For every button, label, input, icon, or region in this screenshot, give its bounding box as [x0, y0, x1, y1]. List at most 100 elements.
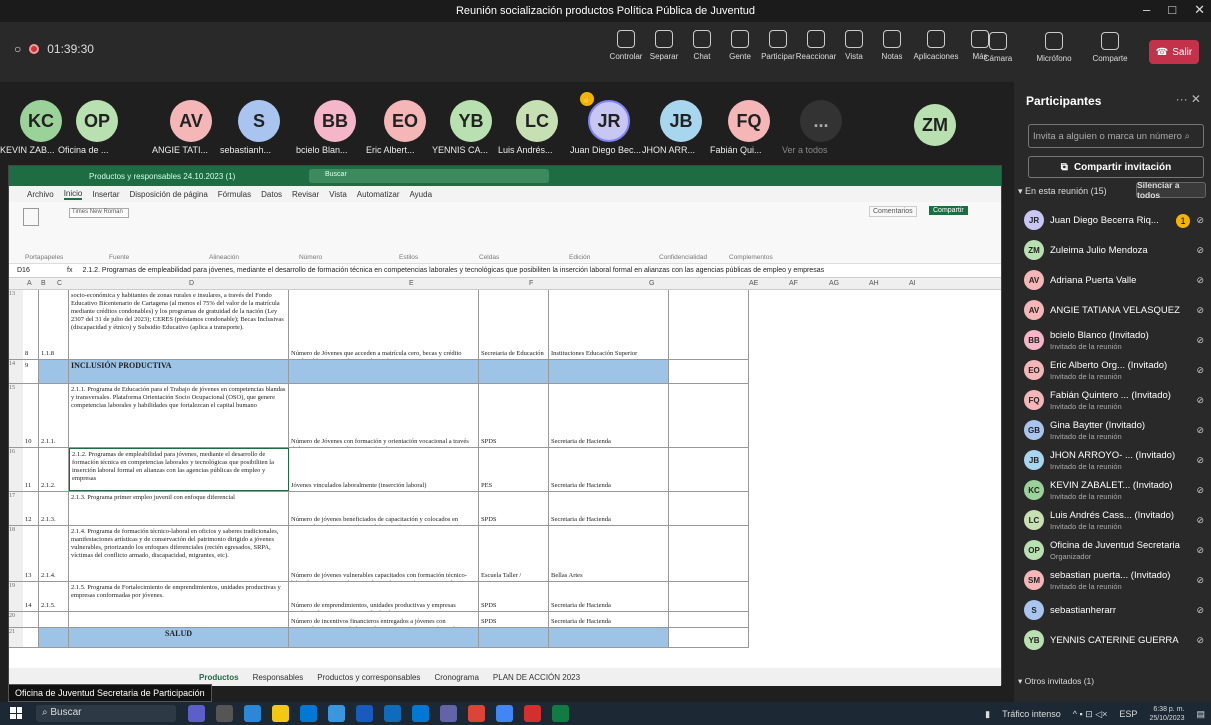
- participant-avatar[interactable]: FQ: [728, 100, 770, 142]
- row-number: 14: [9, 360, 23, 383]
- participant-name: bcielo Blan...: [296, 145, 348, 155]
- clock[interactable]: 6:38 p. m. 25/10/2023: [1149, 705, 1184, 723]
- share-button[interactable]: Comparte: [1089, 32, 1131, 63]
- participant-avatar[interactable]: JB: [660, 100, 702, 142]
- mic-muted-icon[interactable]: ⊘: [1196, 635, 1204, 646]
- minimize-icon[interactable]: –: [1143, 2, 1150, 18]
- toolbar-item-7[interactable]: Notas: [873, 30, 911, 61]
- participant-avatar: ZM: [1024, 240, 1044, 260]
- outlook-app-icon[interactable]: [328, 705, 345, 722]
- participant-avatar[interactable]: EO: [384, 100, 426, 142]
- mic-muted-icon[interactable]: ⊘: [1196, 545, 1204, 556]
- participant-avatar[interactable]: YB: [450, 100, 492, 142]
- share-invite-button[interactable]: ⧉ Compartir invitación: [1028, 156, 1204, 178]
- panel-close-icon[interactable]: ··· ✕: [1176, 92, 1201, 106]
- mic-muted-icon[interactable]: ⊘: [1196, 575, 1204, 586]
- search-icon: ⌕: [1184, 131, 1190, 142]
- windows-start-icon[interactable]: [10, 707, 22, 719]
- edge-app-icon[interactable]: [244, 705, 261, 722]
- participant-avatar[interactable]: ...: [800, 100, 842, 142]
- mic-button[interactable]: Micrófono: [1033, 32, 1075, 63]
- toolbar-item-4[interactable]: Participar: [759, 30, 797, 61]
- mic-muted-icon[interactable]: ⊘: [1196, 395, 1204, 406]
- participant-avatar[interactable]: S: [238, 100, 280, 142]
- word-app-icon[interactable]: [356, 705, 373, 722]
- mic-muted-icon[interactable]: ⊘: [1196, 215, 1204, 226]
- cell-b: [23, 628, 39, 647]
- participant-list-item[interactable]: AV Adriana Puerta Valle ⊘: [1024, 266, 1204, 296]
- toolbar-item-0[interactable]: Controlar: [607, 30, 645, 61]
- participant-list-item[interactable]: AV ANGIE TATIANA VELASQUEZ ⊘: [1024, 296, 1204, 326]
- file-explorer-icon[interactable]: [272, 705, 289, 722]
- mail-app-icon[interactable]: [384, 705, 401, 722]
- participant-list-item[interactable]: JB JHON ARROYO- ... (Invitado) Invitado de…: [1024, 446, 1204, 476]
- participant-name: ANGIE TATIANA VELASQUEZ: [1050, 305, 1180, 316]
- participant-list-item[interactable]: YB YENNIS CATERINE GUERRA BOLI... ⊘: [1024, 626, 1204, 656]
- mic-muted-icon[interactable]: ⊘: [1196, 275, 1204, 286]
- traffic-icon: ▮: [985, 708, 991, 719]
- in-meeting-section[interactable]: ▾ En esta reunión (15) Silenciar a todos: [1018, 180, 1206, 200]
- tray-icons[interactable]: ^ ▪ ⊡ ◁×: [1073, 709, 1108, 720]
- participant-list-item[interactable]: EO Eric Alberto Org... (Invitado) Invitado…: [1024, 356, 1204, 386]
- mute-all-button[interactable]: Silenciar a todos: [1136, 180, 1206, 200]
- chrome-app-icon[interactable]: [468, 705, 485, 722]
- mic-muted-icon[interactable]: ⊘: [1196, 245, 1204, 256]
- participant-list-item[interactable]: ZM Zuleima Julio Mendoza ⊘: [1024, 236, 1204, 266]
- participant-list-item[interactable]: GB Gina Baytter (Invitado) Invitado de la …: [1024, 416, 1204, 446]
- notifications-icon[interactable]: ▤: [1196, 709, 1205, 720]
- participant-list-item[interactable]: JR Juan Diego Becerra Riq... 1 ⊘: [1024, 206, 1204, 236]
- participant-avatar[interactable]: ZM: [914, 104, 956, 146]
- participant-avatar[interactable]: KC: [20, 100, 62, 142]
- mic-muted-icon[interactable]: ⊘: [1196, 515, 1204, 526]
- cell-b: 9: [23, 360, 39, 383]
- invite-input[interactable]: Invita a alguien o marca un número ⌕: [1028, 124, 1204, 148]
- mic-muted-icon[interactable]: ⊘: [1196, 485, 1204, 496]
- mic-muted-icon[interactable]: ⊘: [1196, 305, 1204, 316]
- mic-muted-icon[interactable]: ⊘: [1196, 335, 1204, 346]
- taskbar-search[interactable]: ⌕ Buscar: [36, 705, 176, 722]
- maximize-icon[interactable]: □: [1168, 2, 1176, 18]
- teams-classic-icon[interactable]: [440, 705, 457, 722]
- toolbar-item-8[interactable]: Aplicaciones: [911, 30, 961, 61]
- toolbar-item-6[interactable]: Vista: [835, 30, 873, 61]
- toolbar-item-5[interactable]: Reaccionar: [796, 30, 836, 61]
- participant-avatar: FQ: [1024, 390, 1044, 410]
- folder-app-icon[interactable]: [412, 705, 429, 722]
- participant-avatar[interactable]: BB: [314, 100, 356, 142]
- toolbar-item-2[interactable]: Chat: [683, 30, 721, 61]
- participant-avatar: EO: [1024, 360, 1044, 380]
- pdf-app-icon[interactable]: [524, 705, 541, 722]
- participant-avatar: BB: [1024, 330, 1044, 350]
- participant-list-item[interactable]: KC KEVIN ZABALET... (Invitado) Invitado de…: [1024, 476, 1204, 506]
- mic-muted-icon[interactable]: ⊘: [1196, 605, 1204, 616]
- participant-list-item[interactable]: Ssebastianherarr ⊘: [1024, 596, 1204, 626]
- participant-avatar[interactable]: LC: [516, 100, 558, 142]
- store-app-icon[interactable]: [300, 705, 317, 722]
- leave-button[interactable]: ☎ Salir: [1149, 40, 1199, 64]
- excel-app-icon[interactable]: [552, 705, 569, 722]
- shield-icon: ○: [14, 42, 22, 56]
- cell-c: [39, 612, 69, 627]
- mic-muted-icon[interactable]: ⊘: [1196, 425, 1204, 436]
- participant-avatar[interactable]: JR: [588, 100, 630, 142]
- mic-muted-icon[interactable]: ⊘: [1196, 365, 1204, 376]
- participant-list-item[interactable]: BB bcielo Blanco (Invitado) Invitado de la…: [1024, 326, 1204, 356]
- toolbar-item-3[interactable]: Gente: [721, 30, 759, 61]
- cell-d: 2.1.5. Programa de Fortalecimiento de em…: [69, 582, 289, 611]
- language-indicator[interactable]: ESP: [1119, 709, 1137, 719]
- task-view-icon[interactable]: [216, 705, 233, 722]
- participant-avatar[interactable]: AV: [170, 100, 212, 142]
- participant-list-item[interactable]: OP Oficina de Juventud Secretaria d...Org…: [1024, 536, 1204, 566]
- participant-list-item[interactable]: SM sebastian puerta... (Invitado) Invitado…: [1024, 566, 1204, 596]
- participant-list-item[interactable]: FQ Fabián Quintero ... (Invitado) Invitado…: [1024, 386, 1204, 416]
- close-icon[interactable]: ✕: [1194, 2, 1205, 18]
- participant-avatar: S: [1024, 600, 1044, 620]
- participant-avatar[interactable]: OP: [76, 100, 118, 142]
- participant-list-item[interactable]: LC Luis Andrés Cass... (Invitado) Invitado…: [1024, 506, 1204, 536]
- teams-app-icon[interactable]: [188, 705, 205, 722]
- camera-button[interactable]: Cámara: [977, 32, 1019, 63]
- other-invitees-section[interactable]: ▾ Otros invitados (1): [1018, 676, 1094, 687]
- chrome-profile-icon[interactable]: [496, 705, 513, 722]
- toolbar-item-1[interactable]: Separar: [645, 30, 683, 61]
- mic-muted-icon[interactable]: ⊘: [1196, 455, 1204, 466]
